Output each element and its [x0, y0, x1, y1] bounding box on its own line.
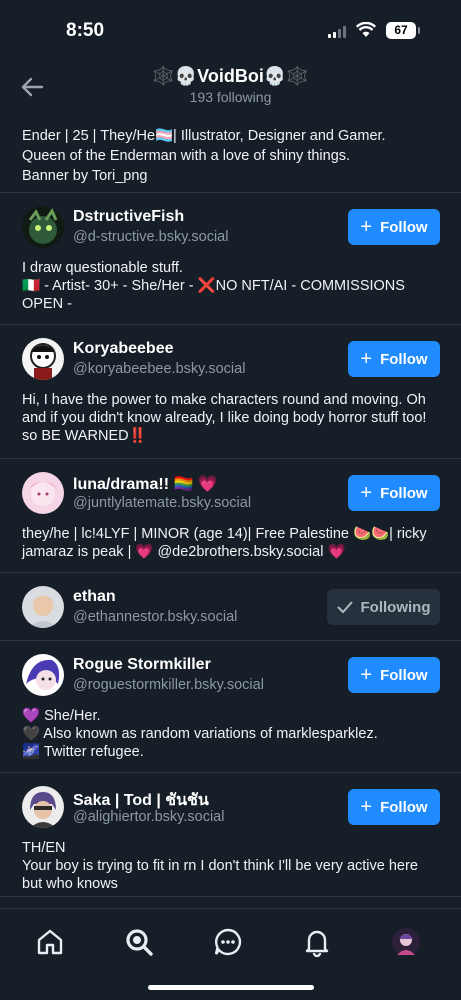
- avatar[interactable]: [22, 786, 64, 828]
- page-title: 🕸️💀VoidBoi💀🕸️: [152, 66, 309, 86]
- display-name: luna/drama!! 🏳️‍🌈 💗: [73, 476, 218, 493]
- follow-button[interactable]: + Follow: [348, 789, 440, 825]
- avatar[interactable]: [22, 206, 64, 248]
- follow-label: Follow: [380, 666, 428, 684]
- following-label: Following: [360, 598, 431, 616]
- bio-line: Hi, I have the power to make characters …: [22, 392, 427, 444]
- display-name: Koryabeebee: [73, 340, 174, 357]
- follow-label: Follow: [380, 484, 428, 502]
- follow-label: Follow: [380, 350, 428, 368]
- profile-avatar[interactable]: [391, 927, 421, 957]
- list-item[interactable]: DstructiveFish @d-structive.bsky.social …: [0, 193, 461, 325]
- bio-line: Ender | 25 | They/He🏳️‍⚧️| Illustrator, …: [22, 128, 386, 144]
- list-item[interactable]: Rogue Stormkiller @roguestormkiller.bsky…: [0, 641, 461, 773]
- bio-line: Banner by Tori_png: [22, 168, 148, 184]
- check-icon: [336, 601, 353, 614]
- previous-account-bio[interactable]: Ender | 25 | They/He🏳️‍⚧️| Illustrator, …: [0, 114, 461, 193]
- bell-icon[interactable]: [302, 927, 332, 957]
- signal-icon: [328, 26, 346, 38]
- handle: @d-structive.bsky.social: [73, 229, 229, 245]
- list-item[interactable]: Saka | Tod | ชันชัน @alighiertor.bsky.so…: [0, 773, 461, 897]
- bio-line: they/he | lc!4LYF | MINOR (age 14)| Free…: [22, 526, 427, 560]
- handle: @koryabeebee.bsky.social: [73, 361, 246, 377]
- display-name: DstructiveFish: [73, 208, 185, 225]
- home-indicator: [148, 985, 314, 990]
- search-icon[interactable]: [124, 927, 154, 957]
- list-item[interactable]: ethan @ethannestor.bsky.social Following: [0, 573, 461, 641]
- avatar[interactable]: [22, 654, 64, 696]
- bio: Hi, I have the power to make characters …: [22, 391, 442, 445]
- following-count: 193 following: [189, 89, 272, 105]
- handle: @alighiertor.bsky.social: [73, 809, 225, 825]
- status-time: 8:50: [66, 20, 105, 41]
- wifi-icon: [356, 22, 376, 37]
- follow-button[interactable]: + Follow: [348, 341, 440, 377]
- display-name: Rogue Stormkiller: [73, 656, 211, 673]
- handle: @juntlylatemate.bsky.social: [73, 495, 252, 511]
- following-list: Ender | 25 | They/He🏳️‍⚧️| Illustrator, …: [0, 114, 461, 897]
- follow-label: Follow: [380, 218, 428, 236]
- bio-line: Your boy is trying to fit in rn I don't …: [22, 858, 418, 892]
- follow-button[interactable]: + Follow: [348, 209, 440, 245]
- handle: @ethannestor.bsky.social: [73, 609, 238, 625]
- battery-tip: [418, 27, 420, 34]
- plus-icon: +: [360, 216, 373, 238]
- list-item[interactable]: luna/drama!! 🏳️‍🌈 💗 @juntlylatemate.bsky…: [0, 459, 461, 573]
- plus-icon: +: [360, 796, 373, 818]
- bio: TH/EN Your boy is trying to fit in rn I …: [22, 839, 442, 893]
- follow-button[interactable]: + Follow: [348, 475, 440, 511]
- following-button[interactable]: Following: [327, 589, 440, 625]
- avatar[interactable]: [22, 472, 64, 514]
- list-item[interactable]: Koryabeebee @koryabeebee.bsky.social + Fo…: [0, 325, 461, 459]
- display-name: ethan: [73, 588, 116, 605]
- bio: I draw questionable stuff. 🇮🇹 - Artist- …: [22, 259, 442, 313]
- plus-icon: +: [360, 348, 373, 370]
- bio-line: 💜 She/Her.: [22, 708, 101, 724]
- page-header: 🕸️💀VoidBoi💀🕸️ 193 following: [0, 60, 461, 114]
- bio-line: 🖤 Also known as random variations of mar…: [22, 726, 378, 742]
- bio-line: 🌌 Twitter refugee.: [22, 744, 144, 760]
- bio-line: Queen of the Enderman with a love of shi…: [22, 148, 351, 164]
- home-icon[interactable]: [35, 927, 65, 957]
- bio: 💜 She/Her. 🖤 Also known as random variat…: [22, 707, 442, 761]
- plus-icon: +: [360, 664, 373, 686]
- plus-icon: +: [360, 482, 373, 504]
- bio: they/he | lc!4LYF | MINOR (age 14)| Free…: [22, 525, 442, 561]
- bio-line: I draw questionable stuff.: [22, 260, 183, 276]
- follow-button[interactable]: + Follow: [348, 657, 440, 693]
- status-bar: 8:50 67: [0, 0, 461, 60]
- avatar[interactable]: [22, 586, 64, 628]
- bio-line: TH/EN: [22, 840, 66, 856]
- chat-icon[interactable]: [213, 927, 243, 957]
- follow-label: Follow: [380, 798, 428, 816]
- handle: @roguestormkiller.bsky.social: [73, 677, 264, 693]
- avatar[interactable]: [22, 338, 64, 380]
- bio-line: 🇮🇹 - Artist- 30+ - She/Her - ❌NO NFT/AI …: [22, 278, 405, 312]
- battery-icon: 67: [386, 22, 416, 39]
